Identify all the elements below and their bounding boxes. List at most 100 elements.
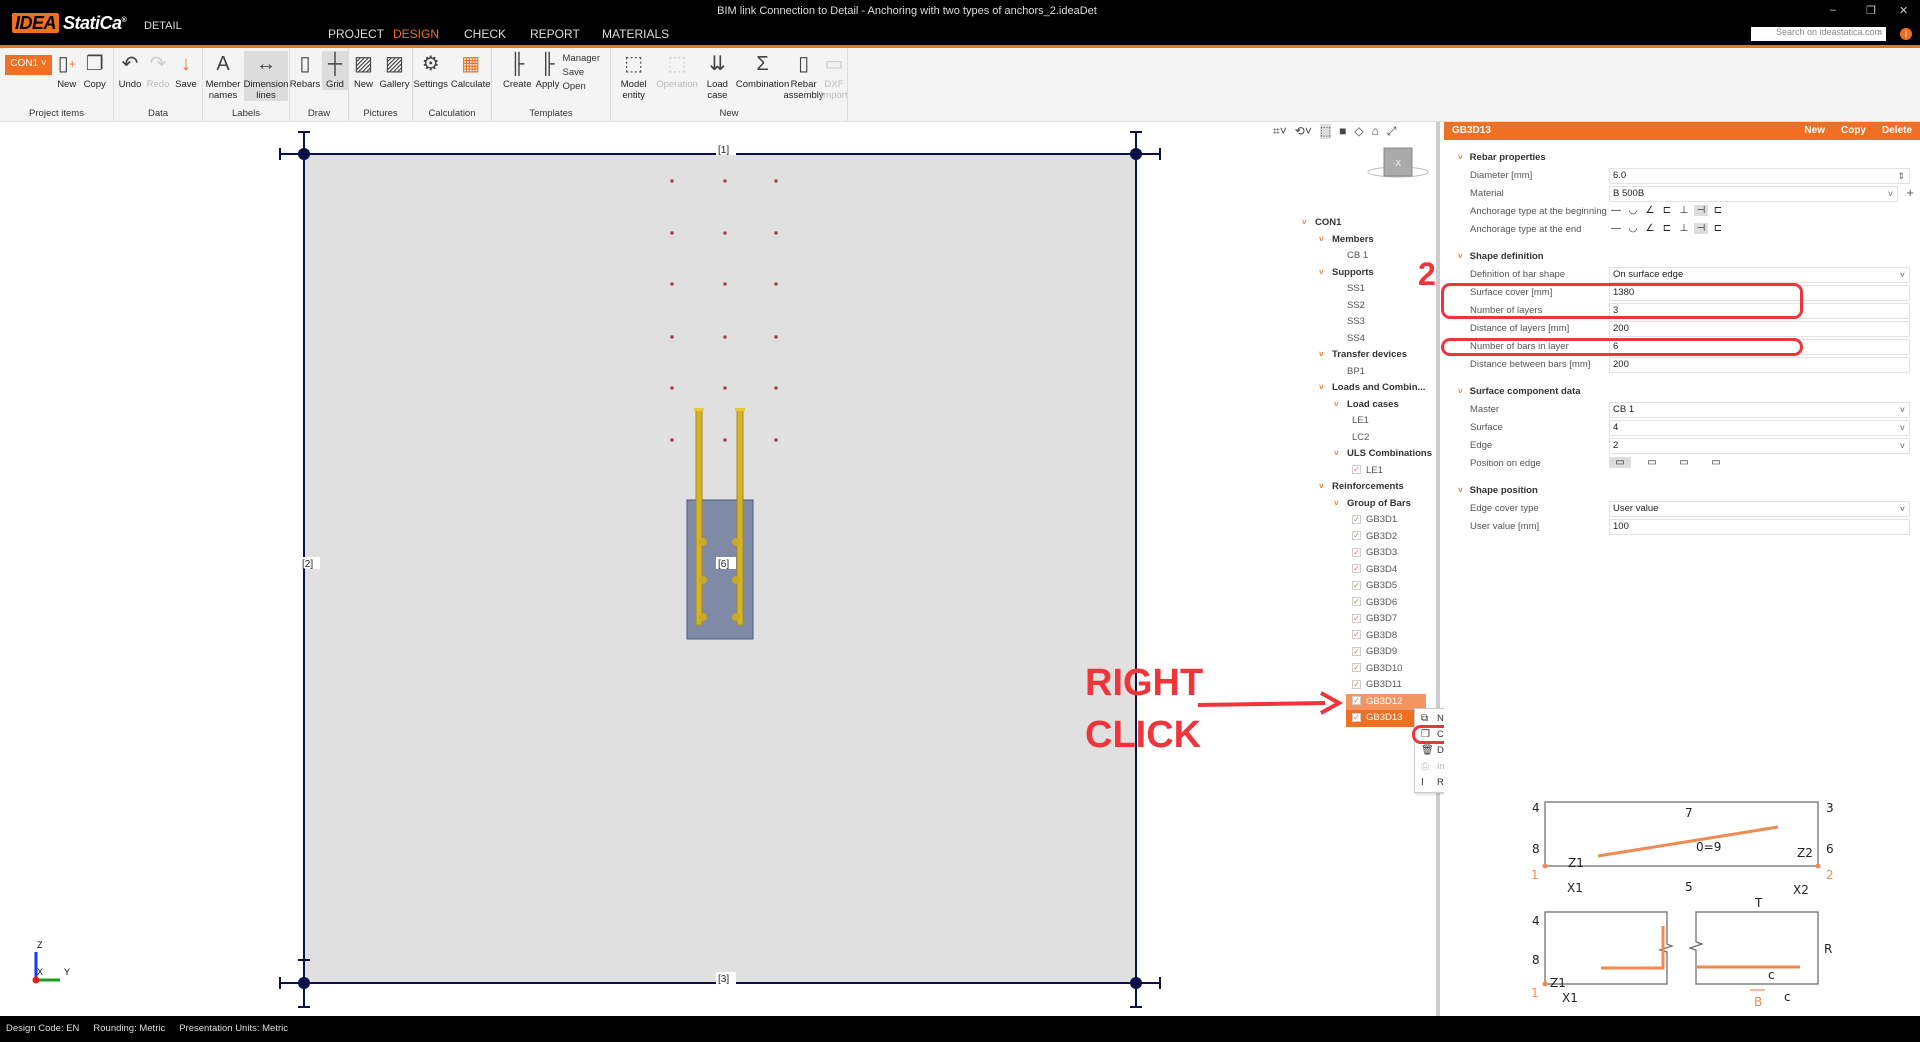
model-viewport[interactable]: [1] [2] [3] [6] -X Z X Y [0,122,1440,1016]
visibility-checkbox[interactable]: ✓ [1352,465,1361,475]
anchorage-option-icon[interactable]: ⊥ [1677,223,1691,234]
grid-button[interactable]: ┼ Grid [322,51,348,90]
template-open-button[interactable]: Open [563,81,601,92]
chevron-down-icon[interactable]: ˅ [1900,421,1905,435]
tab-check[interactable]: CHECK [458,27,512,45]
tree-item[interactable]: SS3 [1300,314,1440,331]
tree-item[interactable]: ✓ GB3D9 [1300,644,1440,661]
fullscreen-icon[interactable]: ⤢ [1387,124,1397,139]
property-value-input[interactable]: 2 ˅ [1609,438,1910,454]
tree-item[interactable]: SS4 [1300,331,1440,348]
dxf-import-button[interactable]: ▭ DXF Import [821,51,848,101]
tree-item[interactable]: ✓ GB3D2 [1300,529,1440,546]
template-save-button[interactable]: Save [563,67,601,78]
visibility-checkbox[interactable]: ✓ [1352,630,1361,640]
chevron-down-icon[interactable]: ˅ [1319,347,1324,364]
edge-position-option-icon[interactable]: ▭ [1705,457,1727,468]
tree-item[interactable]: ˅ Group of Bars [1300,496,1440,513]
minimize-button[interactable]: – [1830,4,1836,16]
tab-materials[interactable]: MATERIALS [596,27,675,45]
operation-button[interactable]: ⬚ Operation [656,51,698,101]
property-value-input[interactable]: 200 [1609,357,1910,373]
solid-icon[interactable]: ■ [1339,124,1346,139]
property-value-input[interactable]: CB 1 ˅ [1609,402,1910,418]
tree-item[interactable]: ˅ Reinforcements [1300,479,1440,496]
new-button[interactable]: ▯+ New [54,51,80,90]
chevron-down-icon[interactable]: ˅ [1334,496,1339,513]
rotate-icon[interactable]: ⟲˅ [1295,124,1312,139]
tree-item[interactable]: ✓ LE1 [1300,463,1440,480]
visibility-checkbox[interactable]: ✓ [1352,564,1361,574]
chevron-down-icon[interactable]: ˅ [1900,268,1905,282]
chevron-down-icon[interactable]: ˅ [1319,380,1324,397]
tree-item[interactable]: LC2 [1300,430,1440,447]
anchorage-option-icon[interactable]: ◡ [1626,223,1640,234]
visibility-checkbox[interactable]: ✓ [1352,597,1361,607]
spinner-icon[interactable]: ⇕ [1897,169,1905,183]
dimension-lines-button[interactable]: ↔ Dimension lines [244,51,288,101]
tab-report[interactable]: REPORT [524,27,586,45]
chevron-down-icon[interactable]: ˅ [1302,215,1307,232]
visibility-checkbox[interactable]: ✓ [1352,663,1361,673]
edge-position-option-icon[interactable]: ▭ [1673,457,1695,468]
settings-button[interactable]: ⚙ Settings [413,51,448,90]
anchorage-option-icon[interactable]: ∠ [1643,205,1657,216]
tab-project[interactable]: PROJECT [322,27,390,45]
info-icon[interactable]: i [1900,28,1912,40]
property-value-input[interactable]: B 500B ˅ [1609,186,1898,202]
chevron-down-icon[interactable]: ˅ [1319,479,1324,496]
edge-position-option-icon[interactable]: ▭ [1641,457,1663,468]
property-value-input[interactable]: On surface edge ˅ [1609,267,1910,283]
tree-item[interactable]: ✓ GB3D7 [1300,611,1440,628]
wireframe-icon[interactable]: ⬚ [1319,124,1332,139]
chevron-down-icon[interactable]: ˅ [1900,502,1905,516]
chevron-down-icon[interactable]: ˅ [1319,265,1324,282]
rebars-button[interactable]: ▯ Rebars [290,51,321,90]
save-button[interactable]: ↓ Save [173,51,199,90]
template-manager-button[interactable]: Manager [563,53,601,64]
visibility-checkbox[interactable]: ✓ [1352,696,1361,706]
property-value-input[interactable]: 200 [1609,321,1910,337]
tree-item[interactable]: ˅ CON1 [1300,215,1440,232]
project-item-selector[interactable]: CON1 ˅ [5,55,52,75]
tree-item[interactable]: ˅ Load cases [1300,397,1440,414]
visibility-checkbox[interactable]: ✓ [1352,514,1361,524]
model-entity-button[interactable]: ⬚ Model entity [611,51,656,101]
section-header[interactable]: ˅ Surface component data [1444,383,1920,401]
crop-icon[interactable]: ⌗˅ [1273,124,1287,139]
tree-item[interactable]: ˅ Transfer devices [1300,347,1440,364]
apply-template-button[interactable]: ╟ Apply [535,51,561,92]
section-header[interactable]: ˅ Shape definition [1444,248,1920,266]
panel-delete-button[interactable]: Delete [1882,122,1912,140]
anchorage-option-icon[interactable]: ◡ [1626,205,1640,216]
visibility-checkbox[interactable]: ✓ [1352,547,1361,557]
add-material-button[interactable]: + [1906,185,1914,200]
calculate-button[interactable]: ▦ Calculate [450,51,491,90]
tree-item[interactable]: ✓ GB3D5 [1300,578,1440,595]
panel-new-button[interactable]: New [1804,122,1825,140]
anchorage-option-icon[interactable]: ⊥ [1677,205,1691,216]
section-header[interactable]: ˅ Shape position [1444,482,1920,500]
section-header[interactable]: ˅ Rebar properties [1444,149,1920,167]
visibility-checkbox[interactable]: ✓ [1352,613,1361,623]
visibility-checkbox[interactable]: ✓ [1352,646,1361,656]
tree-item[interactable]: LE1 [1300,413,1440,430]
chevron-down-icon[interactable]: ˅ [1900,403,1905,417]
chevron-down-icon[interactable]: ˅ [1334,397,1339,414]
combination-button[interactable]: Σ Combination [736,51,789,101]
tree-item[interactable]: ✓ GB3D4 [1300,562,1440,579]
tree-item[interactable]: ˅ Loads and Combin... [1300,380,1440,397]
property-value-input[interactable]: User value ˅ [1609,501,1910,517]
property-value-input[interactable]: 100 [1609,519,1910,535]
panel-copy-button[interactable]: Copy [1841,122,1866,140]
chevron-down-icon[interactable]: ˅ [1900,439,1905,453]
search-input[interactable]: Search on ideastatica.com ⌕ [1751,27,1886,41]
redo-button[interactable]: ↷ Redo [145,51,171,90]
gallery-button[interactable]: ▨ Gallery [378,51,410,90]
anchorage-option-icon[interactable]: ⊏ [1711,205,1725,216]
visibility-checkbox[interactable]: ✓ [1352,712,1361,722]
create-template-button[interactable]: ╟ Create [502,51,533,92]
anchorage-option-icon[interactable]: ∠ [1643,223,1657,234]
chevron-down-icon[interactable]: ˅ [1319,232,1324,249]
undo-button[interactable]: ↶ Undo [117,51,143,90]
